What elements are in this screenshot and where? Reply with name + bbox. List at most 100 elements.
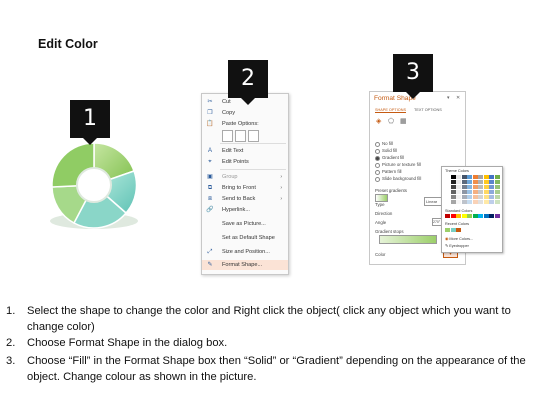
color-swatch[interactable] bbox=[445, 195, 450, 199]
color-swatch[interactable] bbox=[467, 185, 472, 189]
color-swatch[interactable] bbox=[461, 214, 467, 218]
more-colors-option[interactable]: ◉ More Colors... bbox=[445, 236, 473, 241]
color-swatch[interactable] bbox=[478, 200, 483, 204]
color-swatch[interactable] bbox=[461, 190, 467, 194]
color-swatch[interactable] bbox=[478, 195, 483, 199]
type-dropdown[interactable]: Linear bbox=[424, 197, 442, 206]
color-swatch[interactable] bbox=[461, 185, 467, 189]
color-swatch[interactable] bbox=[472, 180, 478, 184]
color-swatch[interactable] bbox=[483, 175, 489, 179]
color-swatch[interactable] bbox=[461, 195, 467, 199]
color-swatch[interactable] bbox=[494, 180, 500, 184]
color-swatch[interactable] bbox=[445, 175, 450, 179]
color-swatch[interactable] bbox=[478, 185, 483, 189]
color-swatch[interactable] bbox=[461, 175, 467, 179]
color-swatch[interactable] bbox=[483, 200, 489, 204]
color-swatch[interactable] bbox=[456, 200, 461, 204]
color-swatch[interactable] bbox=[489, 185, 494, 189]
menu-item-edit-text[interactable]: A Edit Text bbox=[202, 146, 288, 156]
color-swatch[interactable] bbox=[456, 228, 461, 232]
color-swatch[interactable] bbox=[483, 190, 489, 194]
preset-gradients-button[interactable] bbox=[375, 194, 388, 202]
color-swatch[interactable] bbox=[450, 195, 456, 199]
radio-slide-background-fill[interactable] bbox=[375, 177, 380, 182]
effects-icon[interactable]: ⬠ bbox=[388, 117, 394, 125]
color-swatch[interactable] bbox=[467, 214, 472, 218]
color-swatch[interactable] bbox=[467, 190, 472, 194]
color-swatch[interactable] bbox=[494, 175, 500, 179]
color-swatch[interactable] bbox=[494, 185, 500, 189]
color-swatch[interactable] bbox=[461, 200, 467, 204]
color-swatch[interactable] bbox=[494, 190, 500, 194]
color-swatch[interactable] bbox=[456, 175, 461, 179]
color-swatch[interactable] bbox=[450, 228, 456, 232]
color-swatch[interactable] bbox=[478, 190, 483, 194]
menu-item-format-shape[interactable]: ✎ Format Shape... bbox=[202, 260, 288, 270]
color-swatch[interactable] bbox=[461, 180, 467, 184]
menu-item-paste-options[interactable]: 📋 Paste Options: bbox=[202, 119, 288, 129]
color-swatch[interactable] bbox=[456, 195, 461, 199]
color-swatch[interactable] bbox=[450, 180, 456, 184]
eyedropper-option[interactable]: ✎ Eyedropper bbox=[445, 243, 469, 248]
color-swatch[interactable] bbox=[472, 185, 478, 189]
size-properties-icon[interactable]: ▦ bbox=[400, 117, 407, 125]
color-swatch[interactable] bbox=[472, 175, 478, 179]
color-swatch[interactable] bbox=[489, 214, 494, 218]
color-swatch[interactable] bbox=[478, 180, 483, 184]
menu-item-hyperlink[interactable]: 🔗 Hyperlink... bbox=[202, 205, 288, 215]
menu-item-send-to-back[interactable]: ⧈ Send to Back › bbox=[202, 194, 288, 204]
color-swatch[interactable] bbox=[483, 185, 489, 189]
paste-keep-format-button[interactable] bbox=[222, 130, 233, 142]
menu-item-size-position[interactable]: ⤢ Size and Position... bbox=[202, 247, 288, 257]
color-swatch[interactable] bbox=[489, 195, 494, 199]
color-swatch[interactable] bbox=[445, 214, 450, 218]
color-swatch[interactable] bbox=[450, 185, 456, 189]
color-swatch[interactable] bbox=[472, 200, 478, 204]
color-swatch[interactable] bbox=[445, 185, 450, 189]
color-swatch[interactable] bbox=[467, 195, 472, 199]
color-swatch[interactable] bbox=[489, 190, 494, 194]
radio-no-fill[interactable] bbox=[375, 142, 380, 147]
color-swatch[interactable] bbox=[456, 185, 461, 189]
tab-text-options[interactable]: TEXT OPTIONS bbox=[414, 108, 442, 112]
color-swatch[interactable] bbox=[494, 214, 500, 218]
menu-item-set-default-shape[interactable]: Set as Default Shape bbox=[202, 233, 288, 243]
color-swatch[interactable] bbox=[478, 214, 483, 218]
color-swatch[interactable] bbox=[450, 175, 456, 179]
fill-line-icon[interactable]: ◈ bbox=[376, 117, 381, 125]
color-swatch[interactable] bbox=[456, 214, 461, 218]
color-swatch[interactable] bbox=[450, 190, 456, 194]
puzzle-wheel-graphic[interactable] bbox=[44, 135, 144, 235]
color-swatch[interactable] bbox=[483, 180, 489, 184]
paste-text-only-button[interactable] bbox=[248, 130, 259, 142]
color-swatch[interactable] bbox=[467, 175, 472, 179]
color-swatch[interactable] bbox=[483, 195, 489, 199]
paste-picture-button[interactable] bbox=[235, 130, 246, 142]
color-swatch[interactable] bbox=[456, 190, 461, 194]
color-swatch[interactable] bbox=[467, 180, 472, 184]
gradient-stops-slider[interactable] bbox=[379, 235, 437, 244]
color-swatch[interactable] bbox=[445, 180, 450, 184]
color-swatch[interactable] bbox=[445, 190, 450, 194]
color-swatch[interactable] bbox=[445, 200, 450, 204]
color-swatch[interactable] bbox=[450, 214, 456, 218]
menu-item-save-as-picture[interactable]: Save as Picture... bbox=[202, 219, 288, 229]
radio-solid-fill[interactable] bbox=[375, 149, 380, 154]
color-swatch[interactable] bbox=[478, 175, 483, 179]
color-swatch[interactable] bbox=[450, 200, 456, 204]
color-swatch[interactable] bbox=[472, 190, 478, 194]
color-swatch[interactable] bbox=[483, 214, 489, 218]
color-swatch[interactable] bbox=[456, 180, 461, 184]
radio-picture-fill[interactable] bbox=[375, 163, 380, 168]
color-swatch[interactable] bbox=[472, 214, 478, 218]
radio-gradient-fill[interactable] bbox=[375, 156, 380, 161]
color-swatch[interactable] bbox=[489, 180, 494, 184]
menu-item-group[interactable]: ▣ Group › bbox=[202, 172, 288, 182]
radio-pattern-fill[interactable] bbox=[375, 170, 380, 175]
color-swatch[interactable] bbox=[445, 228, 450, 232]
color-swatch[interactable] bbox=[472, 195, 478, 199]
color-swatch[interactable] bbox=[489, 175, 494, 179]
color-swatch[interactable] bbox=[494, 200, 500, 204]
color-swatch[interactable] bbox=[467, 200, 472, 204]
color-swatch[interactable] bbox=[489, 200, 494, 204]
